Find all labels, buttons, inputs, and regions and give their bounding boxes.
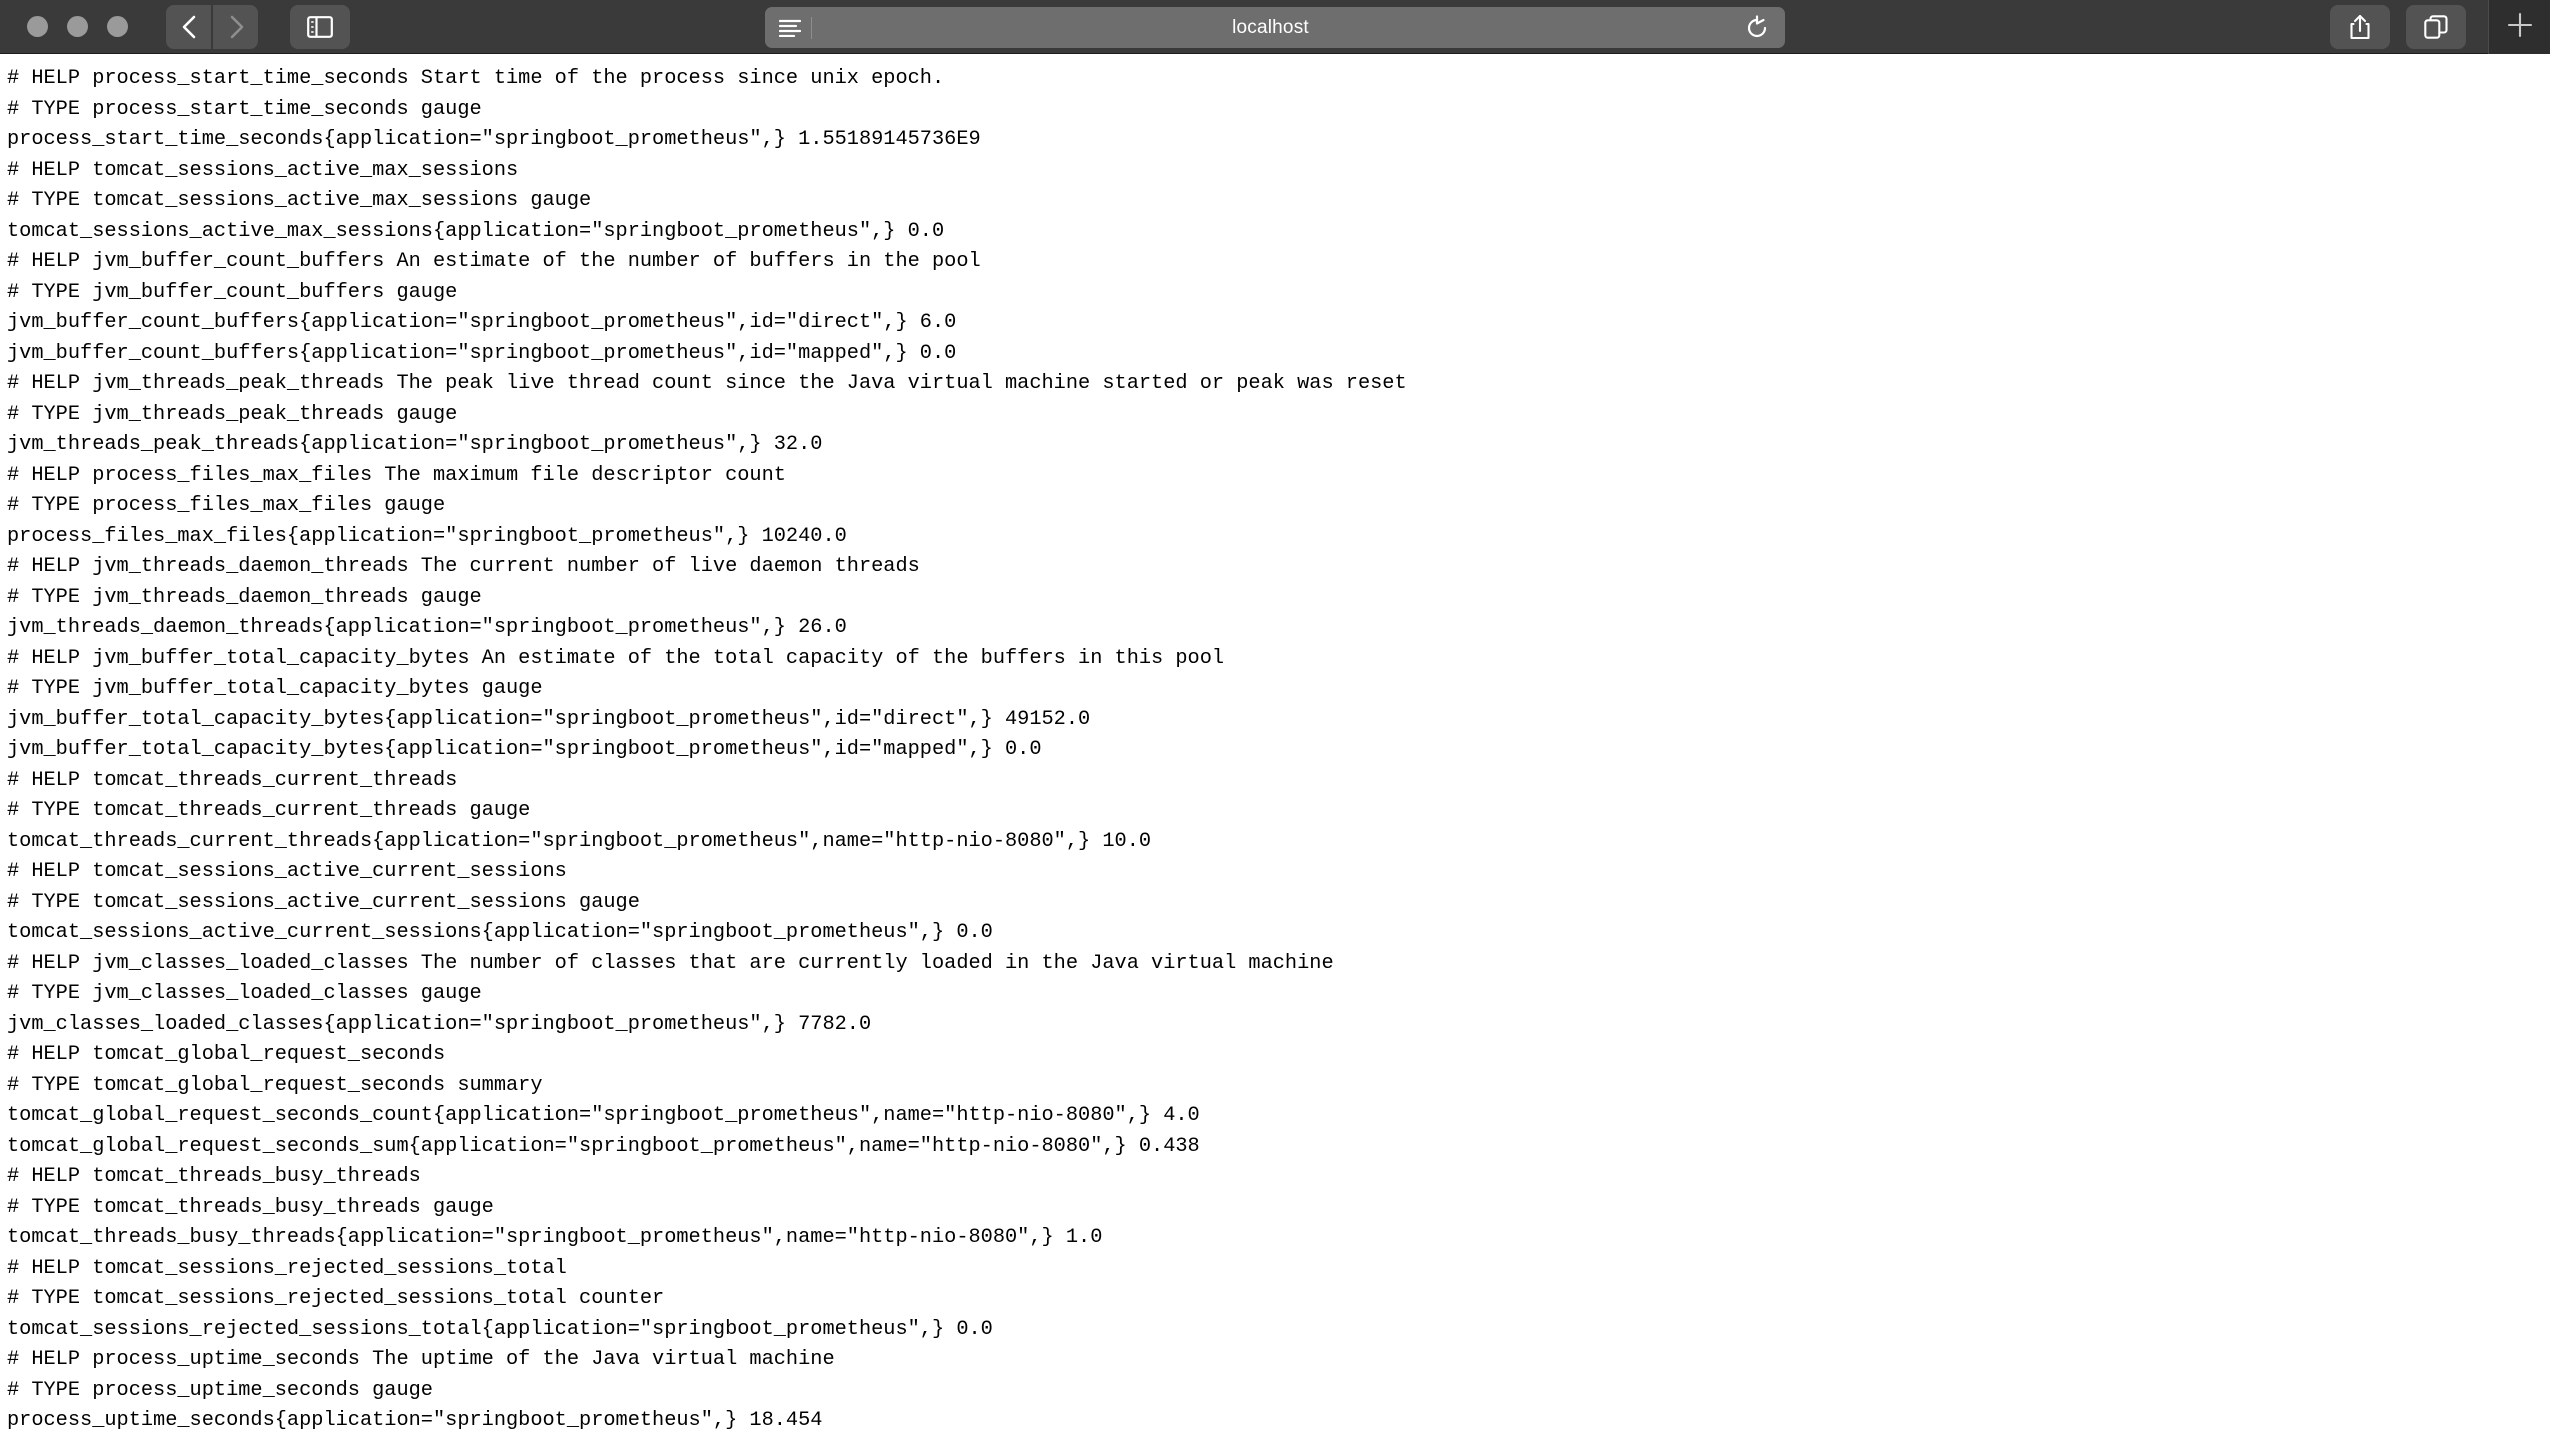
address-bar-text[interactable]: localhost (812, 17, 1785, 39)
web-page-viewport[interactable]: # HELP process_start_time_seconds Start … (0, 54, 2550, 1440)
reload-icon[interactable] (1743, 14, 1771, 42)
forward-button[interactable] (213, 4, 258, 49)
zoom-window-button[interactable] (107, 16, 128, 37)
prometheus-metrics-text: # HELP process_start_time_seconds Start … (7, 67, 1480, 1440)
toolbar-right-actions (2330, 4, 2466, 49)
toggle-sidebar-button[interactable] (290, 4, 350, 49)
sidebar-icon (307, 15, 333, 38)
minimize-window-button[interactable] (67, 16, 88, 37)
tabs-icon (2424, 14, 2448, 39)
new-tab-button[interactable] (2488, 0, 2550, 54)
address-bar[interactable]: localhost (765, 7, 1785, 48)
reader-view-icon[interactable] (777, 19, 803, 37)
share-icon (2349, 14, 2371, 40)
browser-toolbar: localhost (0, 0, 2550, 54)
back-button[interactable] (166, 4, 211, 49)
share-button[interactable] (2330, 4, 2390, 49)
chevron-left-icon (180, 14, 198, 40)
close-window-button[interactable] (27, 16, 48, 37)
tab-overview-button[interactable] (2406, 4, 2466, 49)
plus-icon (2507, 12, 2533, 43)
window-controls (0, 16, 128, 37)
navigation-buttons (166, 4, 258, 49)
sidebar-button-container (290, 4, 350, 49)
chevron-right-icon (227, 14, 245, 40)
